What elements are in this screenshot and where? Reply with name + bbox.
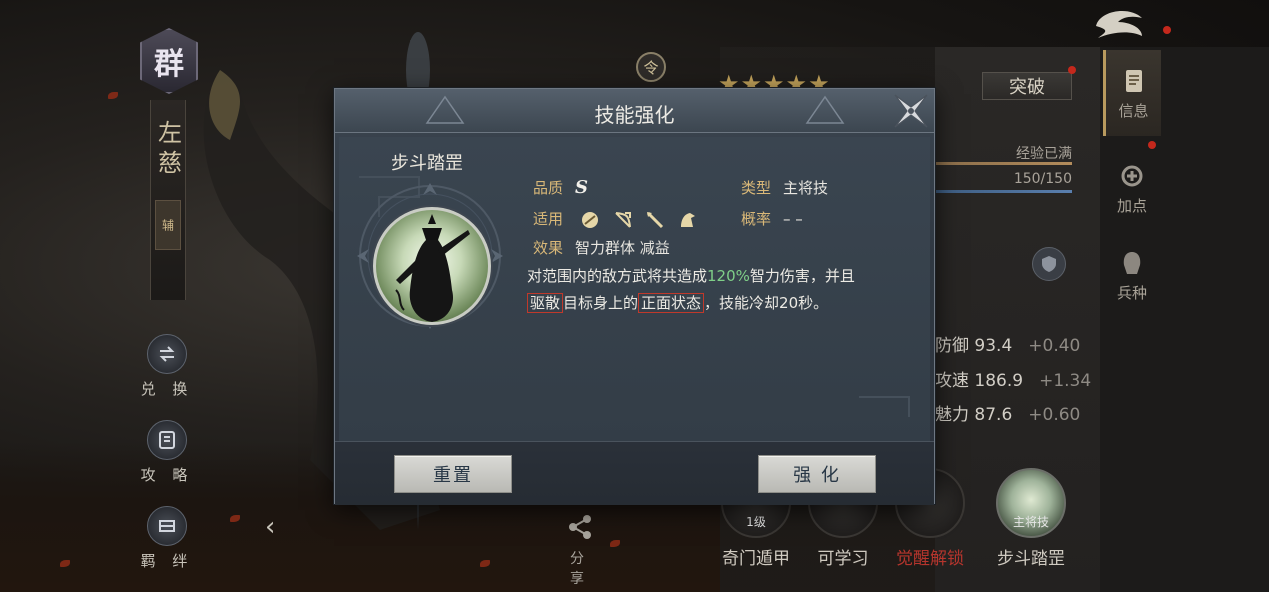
- applies-row: 适用: [533, 208, 706, 230]
- tab-info-label: 信息: [1118, 101, 1149, 120]
- sorcerer-silhouette-icon: [395, 214, 470, 322]
- enhance-button[interactable]: 强 化: [758, 455, 876, 493]
- bond-button[interactable]: 羁 绊: [140, 506, 194, 571]
- rate-row: 概率 – –: [741, 208, 803, 229]
- skill-description: 对范围内的敌方武将共造成120%智力伤害，并且 驱散 目标身上的 正面状态 ，技能冷却…: [527, 263, 917, 317]
- stat-defense: 防御 93.4 +0.40: [935, 331, 1080, 356]
- stat-attack-speed-growth: +1.34: [1039, 371, 1092, 391]
- order-badge: 令: [636, 52, 666, 82]
- skill-enhance-dialog: 技能强化 步斗踏罡 品质 S 类型 主将技 适用 概率 – – 效果 智力群体 …: [334, 88, 935, 505]
- maple-leaf: [108, 92, 118, 99]
- dragon-logo-icon: [1090, 4, 1150, 44]
- keyword-positive-status[interactable]: 正面状态: [638, 293, 705, 313]
- tab-points[interactable]: 加点: [1103, 145, 1161, 231]
- bond-label: 羁 绊: [140, 552, 194, 570]
- tab-info[interactable]: 信息: [1103, 50, 1161, 136]
- hero-name: 左慈: [153, 120, 182, 180]
- armor-icon: [1032, 247, 1066, 281]
- skill-level-tag: 1级: [746, 515, 766, 529]
- stat-charm-value: 魅力 87.6: [935, 405, 1013, 425]
- rate-label: 概率: [741, 210, 772, 228]
- guide-label: 攻 略: [140, 466, 194, 484]
- exp-bar: [935, 162, 1072, 165]
- bow-unit-icon: [614, 211, 631, 228]
- skill-name: 步斗踏罡: [391, 153, 463, 174]
- desc-text: 智力伤害，并且: [749, 267, 855, 285]
- points-notification-dot: [1148, 141, 1156, 149]
- level-bar: [935, 190, 1072, 193]
- type-value: 主将技: [783, 179, 829, 197]
- previous-hero-arrow-icon[interactable]: ‹: [265, 512, 275, 542]
- quality-value: S: [575, 177, 589, 198]
- exchange-button[interactable]: 兑 换: [140, 334, 194, 399]
- quality-label: 品质: [533, 179, 564, 197]
- guide-button[interactable]: 攻 略: [140, 420, 194, 485]
- troop-icon: [1117, 248, 1147, 278]
- skill-slot-4-label: 步斗踏罡: [997, 549, 1065, 569]
- stat-attack-speed-value: 攻速 186.9: [935, 371, 1024, 391]
- shield-unit-icon: [581, 211, 598, 228]
- applies-label: 适用: [533, 210, 564, 228]
- effect-row: 效果 智力群体 减益: [533, 237, 670, 258]
- close-button[interactable]: [891, 91, 931, 131]
- exp-value: 150/150: [1013, 171, 1072, 187]
- points-icon: [1117, 161, 1147, 191]
- notification-dot: [1163, 26, 1171, 34]
- desc-text: 对范围内的敌方武将共造成: [527, 267, 708, 285]
- effect-value: 智力群体 减益: [575, 239, 670, 257]
- bond-icon: [147, 506, 187, 546]
- hero-role-tag: 辅: [155, 200, 181, 250]
- skill-slot-3-label: 觉醒解锁: [896, 549, 964, 569]
- spear-unit-icon: [647, 211, 664, 228]
- type-row: 类型 主将技: [741, 177, 828, 198]
- share-icon: [569, 515, 591, 539]
- stat-defense-growth: +0.40: [1028, 336, 1081, 356]
- skill-orb: 主将技: [996, 468, 1066, 538]
- desc-text: 目标身上的: [563, 294, 639, 312]
- exchange-label: 兑 换: [140, 380, 194, 398]
- skill-portrait: [373, 207, 491, 325]
- share-button[interactable]: 分 享: [555, 512, 605, 588]
- tab-troops[interactable]: 兵种: [1103, 232, 1161, 318]
- reset-button[interactable]: 重置: [394, 455, 512, 493]
- exp-label: 经验已满: [1016, 146, 1072, 162]
- skill-type-tag: 主将技: [1012, 515, 1050, 529]
- close-icon: [894, 94, 928, 128]
- scroll-icon: [1119, 66, 1149, 96]
- hero-name-banner: 左慈 辅: [150, 100, 186, 300]
- breakthrough-button[interactable]: 突破: [982, 72, 1072, 100]
- guide-icon: [147, 420, 187, 460]
- quality-row: 品质 S: [533, 177, 588, 198]
- exchange-icon: [147, 334, 187, 374]
- skill-slot-4[interactable]: 主将技 步斗踏罡: [987, 468, 1075, 569]
- share-label: 分 享: [570, 551, 590, 587]
- keyword-dispel[interactable]: 驱散: [527, 293, 564, 313]
- skill-slot-2-label: 可学习: [817, 549, 869, 569]
- rate-value: – –: [783, 210, 803, 228]
- cavalry-unit-icon: [681, 212, 696, 227]
- dialog-title: 技能强化: [594, 103, 675, 127]
- stat-charm-growth: +0.60: [1028, 405, 1081, 425]
- stat-defense-value: 防御 93.4: [935, 336, 1013, 356]
- desc-text: ，技能冷却20秒。: [704, 294, 829, 312]
- dialog-header: 技能强化: [335, 89, 934, 133]
- stat-attack-speed: 攻速 186.9 +1.34: [935, 366, 1091, 391]
- skill-slot-1-label: 奇门遁甲: [722, 549, 790, 569]
- faction-char: 群: [154, 47, 184, 82]
- tab-troops-label: 兵种: [1116, 283, 1147, 302]
- desc-damage-percent: 120%: [707, 267, 750, 285]
- tab-points-label: 加点: [1116, 196, 1147, 215]
- effect-label: 效果: [533, 239, 564, 257]
- stat-charm: 魅力 87.6 +0.60: [935, 400, 1080, 425]
- breakthrough-notification-dot: [1068, 66, 1076, 74]
- type-label: 类型: [741, 179, 772, 197]
